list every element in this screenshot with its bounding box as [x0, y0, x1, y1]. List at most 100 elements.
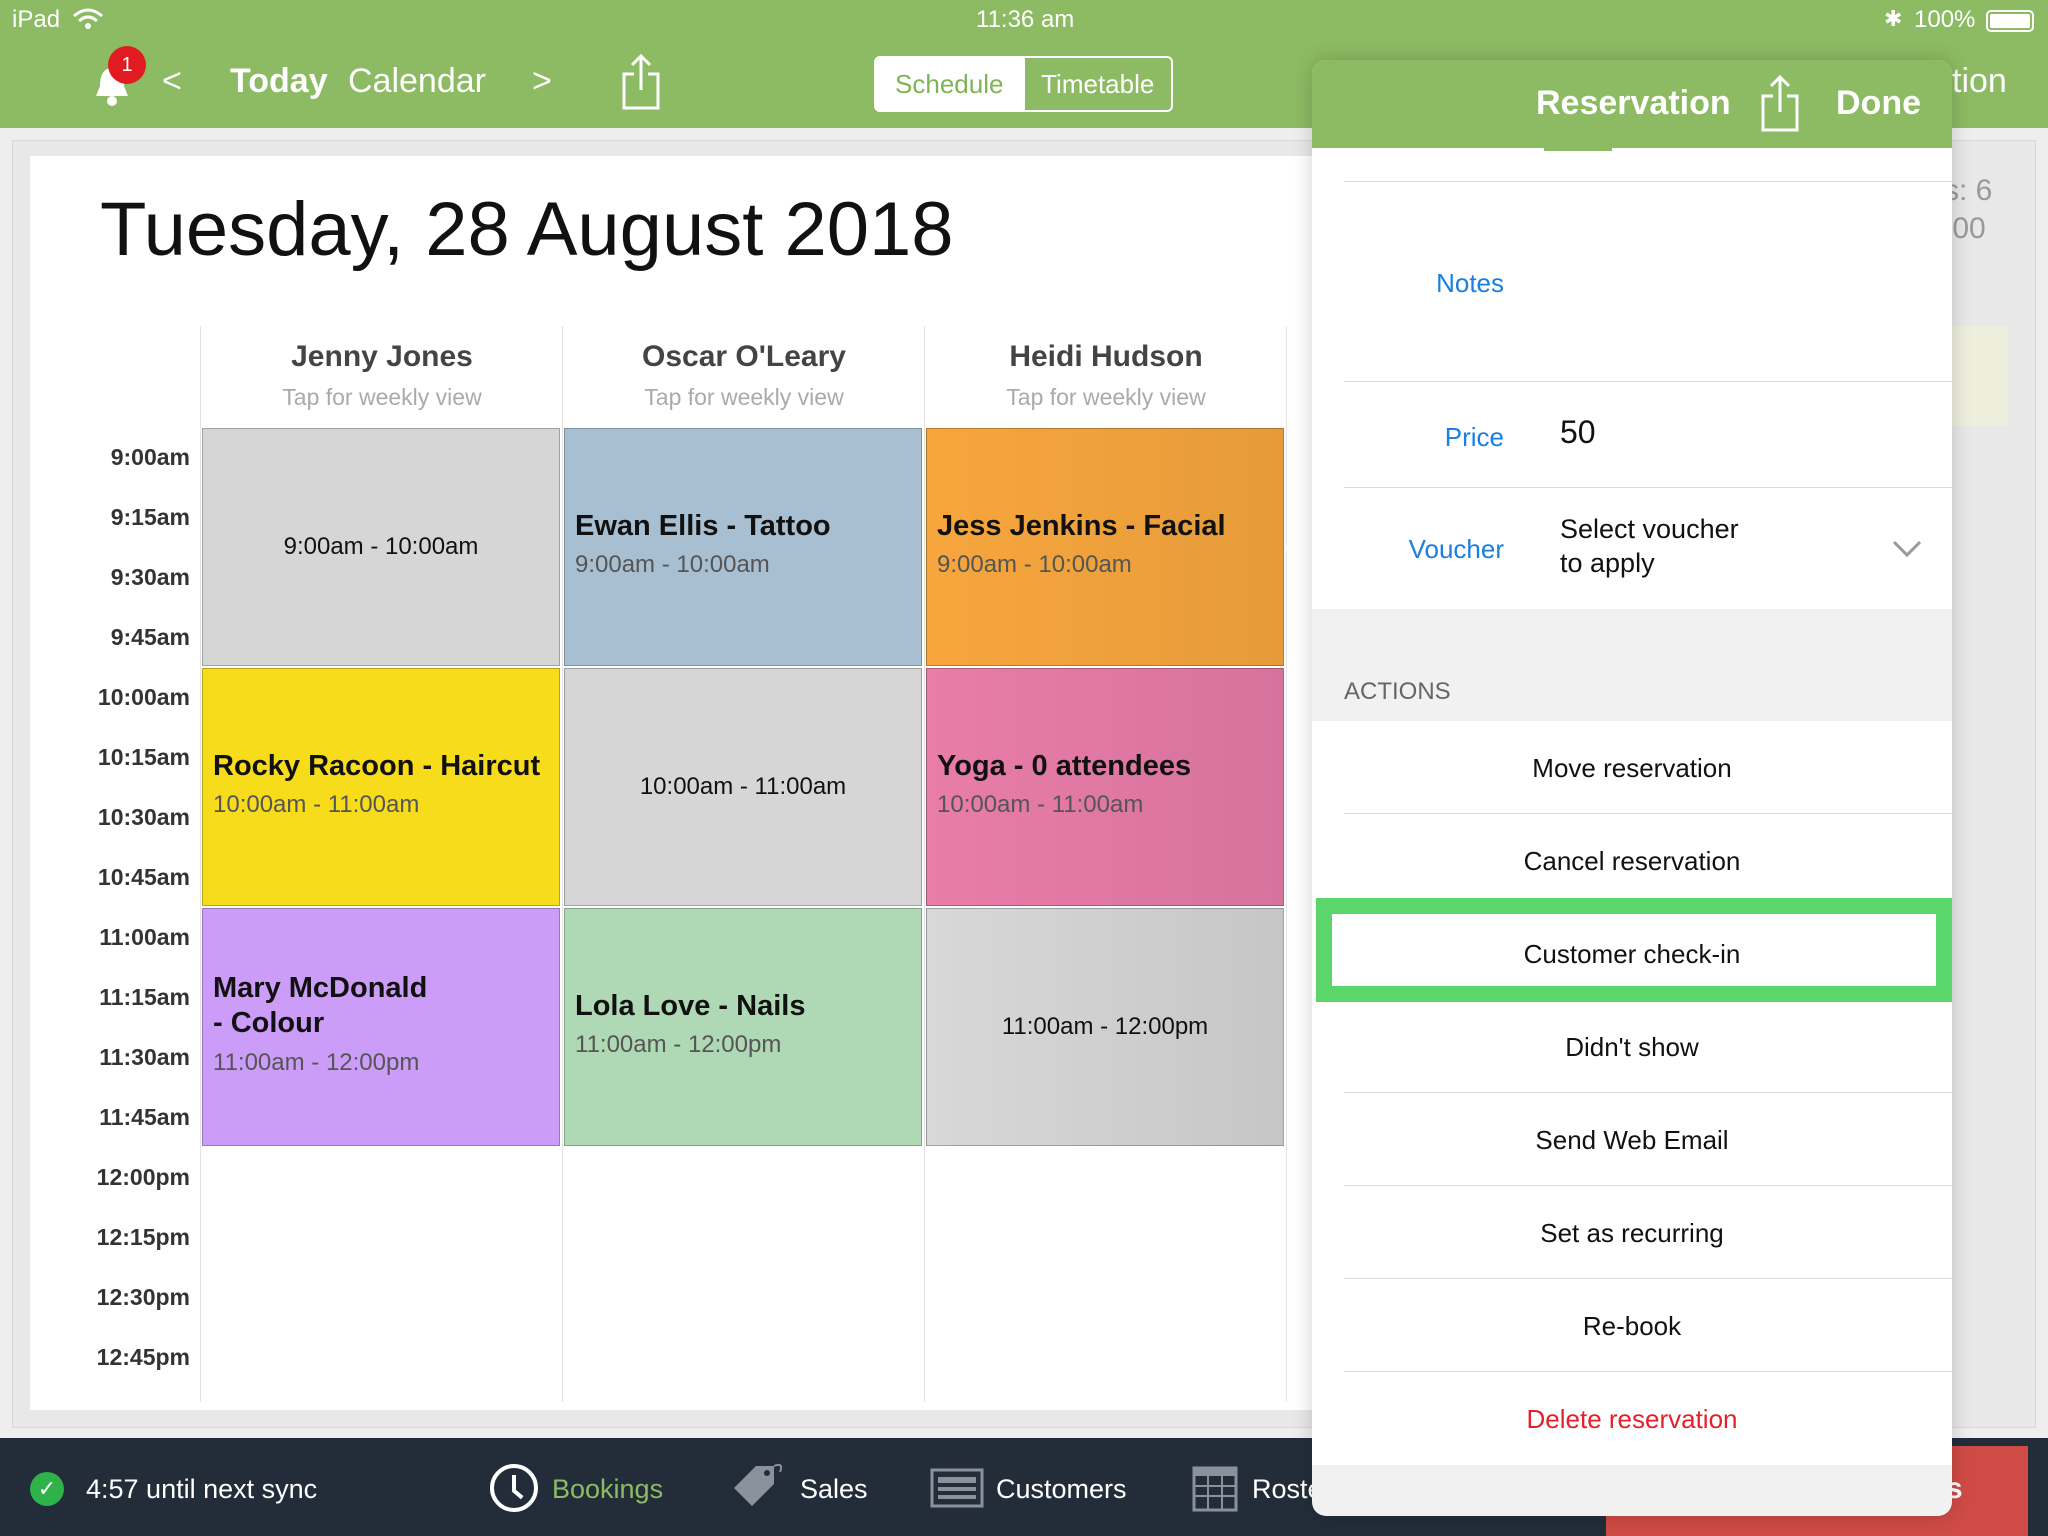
- battery-percent: 100%: [1914, 6, 1976, 33]
- booking-slot[interactable]: 10:00am - 11:00am: [564, 668, 922, 906]
- booking-slot[interactable]: Rocky Racoon - Haircut 10:00am - 11:00am: [202, 668, 560, 906]
- tab-sales[interactable]: Sales: [800, 1474, 868, 1505]
- time-label: 11:45am: [99, 1104, 190, 1130]
- delete-reservation-button[interactable]: Delete reservation: [1312, 1404, 1952, 1435]
- tab-timetable[interactable]: Timetable: [1022, 58, 1172, 110]
- set-recurring-button[interactable]: Set as recurring: [1312, 1218, 1952, 1249]
- voucher-select-line2[interactable]: to apply: [1560, 548, 1655, 579]
- booking-time: 9:00am - 10:00am: [937, 551, 1132, 578]
- notification-badge: 1: [108, 46, 146, 84]
- booking-time: 11:00am - 12:00pm: [575, 1031, 782, 1058]
- wifi-icon: [73, 8, 103, 29]
- voucher-select-line1[interactable]: Select voucher: [1560, 514, 1739, 545]
- sync-status: 4:57 until next sync: [86, 1474, 318, 1504]
- send-web-email-button[interactable]: Send Web Email: [1312, 1125, 1952, 1156]
- next-day-button[interactable]: >: [532, 62, 552, 101]
- booking-title: Lola Love - Nails: [575, 990, 806, 1022]
- column-header-heidi[interactable]: Heidi Hudson Tap for weekly view: [926, 340, 1286, 411]
- time-label: 12:30pm: [96, 1284, 190, 1310]
- time-label: 10:00am: [97, 684, 190, 710]
- battery-icon: [1986, 10, 2034, 32]
- actions-section: [1312, 721, 1952, 1465]
- separator: [1344, 1371, 1952, 1372]
- done-button[interactable]: Done: [1836, 84, 1921, 123]
- booking-slot[interactable]: Ewan Ellis - Tattoo 9:00am - 10:00am: [564, 428, 922, 666]
- voucher-label: Voucher: [1408, 534, 1504, 564]
- staff-name: Oscar O'Leary: [642, 340, 846, 373]
- booking-title: Ewan Ellis - Tattoo: [575, 510, 831, 542]
- chevron-down-icon[interactable]: [1892, 540, 1922, 558]
- column-header-oscar[interactable]: Oscar O'Leary Tap for weekly view: [564, 340, 924, 411]
- grid-line: [924, 326, 925, 1402]
- booking-time: 10:00am - 11:00am: [937, 791, 1144, 818]
- booking-slot[interactable]: 9:00am - 10:00am: [202, 428, 560, 666]
- didnt-show-button[interactable]: Didn't show: [1312, 1032, 1952, 1063]
- separator: [1344, 381, 1952, 382]
- actions-header: ACTIONS: [1344, 678, 1451, 705]
- separator: [1344, 1185, 1952, 1186]
- weekly-view-hint: Tap for weekly view: [282, 384, 482, 410]
- cancel-reservation-button[interactable]: Cancel reservation: [1312, 846, 1952, 877]
- column-header-jenny[interactable]: Jenny Jones Tap for weekly view: [202, 340, 562, 411]
- price-tag-icon[interactable]: [730, 1462, 786, 1510]
- time-label: 11:30am: [99, 1044, 190, 1070]
- booking-slot[interactable]: 11:00am - 12:00pm: [926, 908, 1284, 1146]
- device-label: iPad: [12, 6, 61, 33]
- grid-line: [562, 326, 563, 1402]
- popover-header: Reservation Done: [1312, 60, 1952, 148]
- booking-title: - Colour: [213, 1007, 325, 1039]
- booking-slot[interactable]: Mary McDonald - Colour 11:00am - 12:00pm: [202, 908, 560, 1146]
- booking-title: Rocky Racoon - Haircut: [213, 750, 541, 782]
- date-title: Tuesday, 28 August 2018: [100, 187, 954, 272]
- booking-slot[interactable]: Yoga - 0 attendees 10:00am - 11:00am: [926, 668, 1284, 906]
- booking-title: Yoga - 0 attendees: [937, 750, 1192, 782]
- calendar-button[interactable]: Calendar: [348, 62, 486, 101]
- grid-line: [1286, 326, 1287, 1402]
- time-label: 10:30am: [97, 804, 190, 830]
- scroll-indicator: [1544, 148, 1612, 151]
- separator: [1344, 487, 1952, 488]
- customer-check-in-button[interactable]: Customer check-in: [1312, 939, 1952, 970]
- prev-day-button[interactable]: <: [162, 62, 182, 101]
- time-label: 9:00am: [110, 444, 190, 470]
- move-reservation-button[interactable]: Move reservation: [1312, 753, 1952, 784]
- share-icon[interactable]: [1758, 74, 1802, 132]
- tab-bookings[interactable]: Bookings: [552, 1474, 663, 1505]
- reservation-popover: Reservation Done Notes Price 50 Voucher …: [1312, 60, 1952, 1516]
- customers-card-icon[interactable]: [930, 1468, 984, 1508]
- booking-slot[interactable]: Lola Love - Nails 11:00am - 12:00pm: [564, 908, 922, 1146]
- roster-calendar-icon[interactable]: [1192, 1462, 1238, 1512]
- popover-title: Reservation: [1536, 84, 1731, 122]
- grid-line: [200, 326, 201, 1402]
- time-label: 9:30am: [110, 564, 190, 590]
- booking-time: 11:00am - 12:00pm: [213, 1049, 420, 1076]
- time-label: 12:00pm: [96, 1164, 190, 1190]
- notes-label: Notes: [1436, 268, 1504, 298]
- price-field[interactable]: 50: [1560, 414, 1596, 451]
- clock-icon[interactable]: [490, 1464, 538, 1512]
- booking-time: 10:00am - 11:00am: [639, 773, 847, 800]
- time-label: 10:15am: [97, 744, 190, 770]
- weekly-view-hint: Tap for weekly view: [644, 384, 844, 410]
- tab-customers[interactable]: Customers: [996, 1474, 1127, 1505]
- time-label: 9:45am: [110, 624, 190, 650]
- booking-time: 9:00am - 10:00am: [283, 533, 479, 560]
- separator: [1344, 1092, 1952, 1093]
- rebook-button[interactable]: Re-book: [1312, 1311, 1952, 1342]
- today-button[interactable]: Today: [230, 62, 328, 101]
- share-icon[interactable]: [620, 54, 662, 110]
- tab-schedule[interactable]: Schedule: [876, 58, 1023, 110]
- booking-time: 9:00am - 10:00am: [575, 551, 770, 578]
- booking-title: Jess Jenkins - Facial: [937, 510, 1226, 542]
- view-segmented-control[interactable]: Schedule Timetable: [874, 56, 1173, 112]
- staff-name: Jenny Jones: [291, 340, 473, 373]
- nav-right-partial[interactable]: tion: [1952, 62, 2007, 101]
- notes-field[interactable]: [1552, 202, 1932, 390]
- separator: [1344, 181, 1952, 182]
- time-label: 11:00am: [99, 924, 190, 950]
- time-label: 9:15am: [110, 504, 190, 530]
- separator: [1344, 1278, 1952, 1279]
- sync-check-icon: ✓: [30, 1472, 64, 1506]
- weekly-view-hint: Tap for weekly view: [1006, 384, 1206, 410]
- booking-slot[interactable]: Jess Jenkins - Facial 9:00am - 10:00am: [926, 428, 1284, 666]
